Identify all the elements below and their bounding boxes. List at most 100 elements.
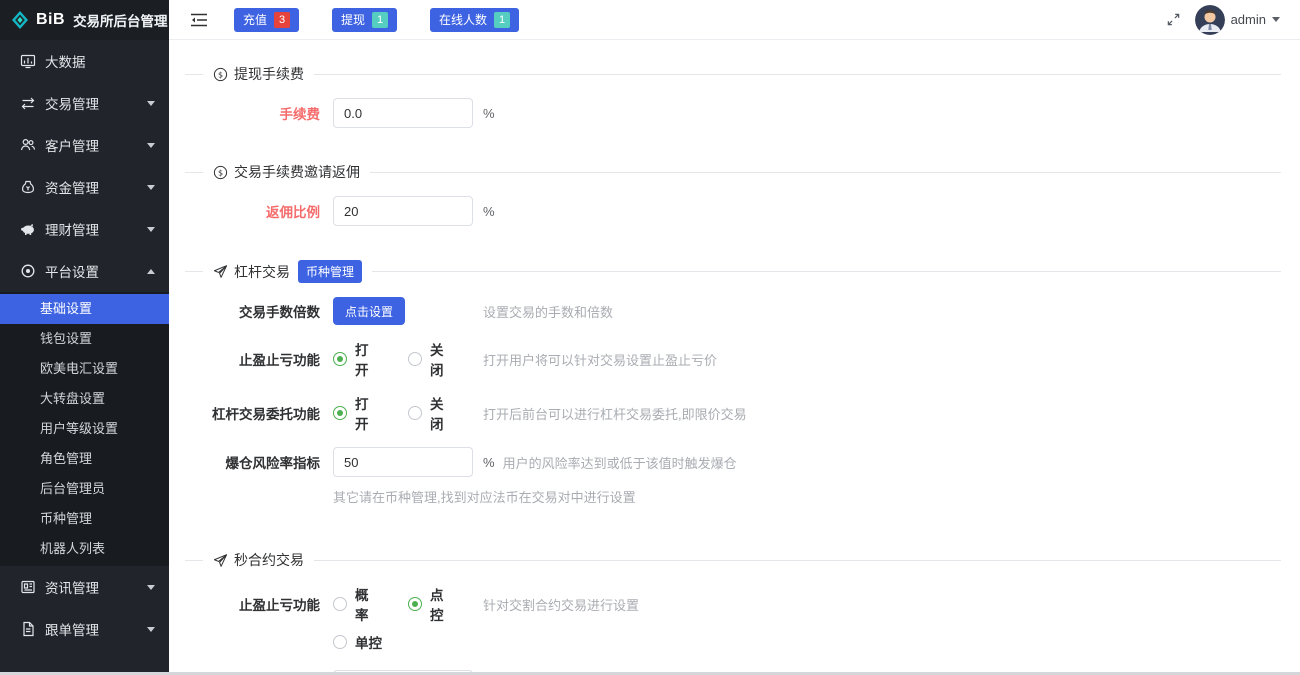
single-control-radio[interactable]: 单控	[333, 632, 382, 652]
recharge-button[interactable]: 充值 3	[234, 8, 299, 32]
sidebar-item-coin-management[interactable]: 币种管理	[0, 504, 169, 534]
probability-radio[interactable]: 概率	[333, 584, 380, 624]
recharge-badge: 3	[274, 12, 290, 28]
money-circle-icon: $	[213, 67, 228, 82]
entrust-label: 杠杆交易委托功能	[185, 403, 320, 423]
percent-suffix: %	[483, 106, 495, 121]
withdraw-button[interactable]: 提现 1	[332, 8, 397, 32]
sidebar-item-wheel-settings[interactable]: 大转盘设置	[0, 384, 169, 414]
risk-label: 爆仓风险率指标	[185, 452, 320, 472]
app-window: BiB 交易所后台管理 大数据 交易管理 客户管理 资金管理 理财管理	[0, 0, 1300, 675]
trade-arrows-icon	[20, 95, 36, 111]
percent-suffix: %	[483, 455, 495, 470]
sidebar-item-basic-settings[interactable]: 基础设置	[0, 294, 169, 324]
chevron-down-icon	[147, 227, 155, 232]
sidebar-item-robot-list[interactable]: 机器人列表	[0, 534, 169, 564]
sidebar-item-customers[interactable]: 客户管理	[0, 124, 169, 166]
tpsl-close-radio[interactable]: 关闭	[408, 339, 455, 379]
section-rebate-divider: $ 交易手续费邀请返佣	[185, 162, 1281, 182]
sidebar-item-userlevel-settings[interactable]: 用户等级设置	[0, 414, 169, 444]
chevron-down-icon	[147, 585, 155, 590]
main-area: 充值 3 提现 1 在线人数 1 admin	[169, 0, 1300, 675]
rebate-input[interactable]	[333, 196, 473, 226]
sidebar-item-wealth[interactable]: 理财管理	[0, 208, 169, 250]
bib-logo-icon	[10, 10, 30, 30]
paper-plane-icon	[213, 553, 228, 568]
section-title: 秒合约交易	[213, 550, 304, 570]
section-lever-divider: 杠杆交易 币种管理	[185, 260, 1281, 283]
tpsl-label: 止盈止亏功能	[185, 349, 320, 369]
coin-management-tag-button[interactable]: 币种管理	[298, 260, 362, 283]
radio-ring	[333, 406, 347, 420]
entrust-help: 打开后前台可以进行杠杆交易委托,即限价交易	[483, 404, 747, 423]
risk-input[interactable]	[333, 447, 473, 477]
document-icon	[20, 621, 36, 637]
online-users-badge: 1	[494, 12, 510, 28]
section-title: 杠杆交易	[213, 262, 290, 282]
chart-icon	[20, 53, 36, 69]
sidebar: BiB 交易所后台管理 大数据 交易管理 客户管理 资金管理 理财管理	[0, 0, 169, 675]
menu-fold-icon[interactable]	[190, 13, 208, 27]
radio-ring	[333, 597, 347, 611]
sidebar-item-role-management[interactable]: 角色管理	[0, 444, 169, 474]
logo-bar: BiB 交易所后台管理	[0, 0, 169, 40]
lots-row: 交易手数倍数 点击设置 设置交易的手数和倍数	[185, 297, 1281, 325]
target-icon	[20, 263, 36, 279]
sidebar-item-news[interactable]: 资讯管理	[0, 566, 169, 608]
users-icon	[20, 137, 36, 153]
logo-text: BiB	[36, 11, 65, 29]
risk-help: 用户的风险率达到或低于该值时触发爆仓	[503, 453, 737, 472]
username-label: admin	[1231, 12, 1266, 27]
fee-input[interactable]	[333, 98, 473, 128]
user-menu[interactable]: admin	[1195, 5, 1280, 35]
chevron-down-icon	[147, 143, 155, 148]
svg-text:$: $	[218, 70, 223, 79]
section-title: $ 提现手续费	[213, 64, 304, 84]
tpsl-open-radio[interactable]: 打开	[333, 339, 380, 379]
withdraw-fee-row: 手续费 %	[185, 98, 1281, 128]
point-control-radio[interactable]: 点控	[408, 584, 455, 624]
money-circle-icon: $	[213, 165, 228, 180]
seconds-tpsl-help: 针对交割合约交易进行设置	[483, 595, 639, 614]
sidebar-item-wire-settings[interactable]: 欧美电汇设置	[0, 354, 169, 384]
sidebar-item-platform[interactable]: 平台设置	[0, 250, 169, 292]
sidebar-item-admins[interactable]: 后台管理员	[0, 474, 169, 504]
lots-help: 设置交易的手数和倍数	[483, 302, 613, 321]
lever-tpsl-row: 止盈止亏功能 打开 关闭 打开用户将可以针对交易设置止盈止亏价	[185, 339, 1281, 379]
set-lots-button[interactable]: 点击设置	[333, 297, 405, 325]
lever-note: 其它请在币种管理,找到对应法币在交易对中进行设置	[333, 487, 1281, 506]
radio-ring	[333, 635, 347, 649]
online-users-button[interactable]: 在线人数 1	[430, 8, 519, 32]
percent-suffix: %	[483, 204, 495, 219]
sidebar-item-trade[interactable]: 交易管理	[0, 82, 169, 124]
radio-ring	[408, 406, 422, 420]
section-title: $ 交易手续费邀请返佣	[213, 162, 360, 182]
settings-form: $ 提现手续费 手续费 % $ 交易手续费邀请返佣	[169, 40, 1300, 675]
sidebar-item-funds[interactable]: 资金管理	[0, 166, 169, 208]
seconds-tpsl-label: 止盈止亏功能	[185, 594, 320, 614]
sidebar-item-wallet-settings[interactable]: 钱包设置	[0, 324, 169, 354]
platform-submenu: 基础设置 钱包设置 欧美电汇设置 大转盘设置 用户等级设置 角色管理 后台管理员…	[0, 292, 169, 566]
moneybag-icon	[20, 179, 36, 195]
chevron-down-icon	[147, 101, 155, 106]
seconds-tpsl-row: 止盈止亏功能 概率 点控 针对交割合约交易进行设置	[185, 584, 1281, 624]
sidebar-item-copytrade[interactable]: 跟单管理	[0, 608, 169, 650]
radio-ring	[408, 352, 422, 366]
topbar: 充值 3 提现 1 在线人数 1 admin	[169, 0, 1300, 40]
section-withdraw-fee-divider: $ 提现手续费	[185, 64, 1281, 84]
rebate-label: 返佣比例	[185, 201, 320, 221]
risk-row: 爆仓风险率指标 % 用户的风险率达到或低于该值时触发爆仓	[185, 447, 1281, 477]
piggybank-icon	[20, 221, 36, 237]
sidebar-item-bigdata[interactable]: 大数据	[0, 40, 169, 82]
entrust-open-radio[interactable]: 打开	[333, 393, 380, 433]
avatar	[1195, 5, 1225, 35]
app-title: 交易所后台管理	[73, 10, 168, 30]
rebate-row: 返佣比例 %	[185, 196, 1281, 226]
entrust-close-radio[interactable]: 关闭	[408, 393, 455, 433]
withdraw-badge: 1	[372, 12, 388, 28]
fee-label: 手续费	[185, 103, 320, 123]
lots-label: 交易手数倍数	[185, 301, 320, 321]
svg-text:$: $	[218, 168, 223, 177]
chevron-down-icon	[1272, 17, 1280, 22]
fullscreen-icon[interactable]	[1166, 12, 1181, 27]
